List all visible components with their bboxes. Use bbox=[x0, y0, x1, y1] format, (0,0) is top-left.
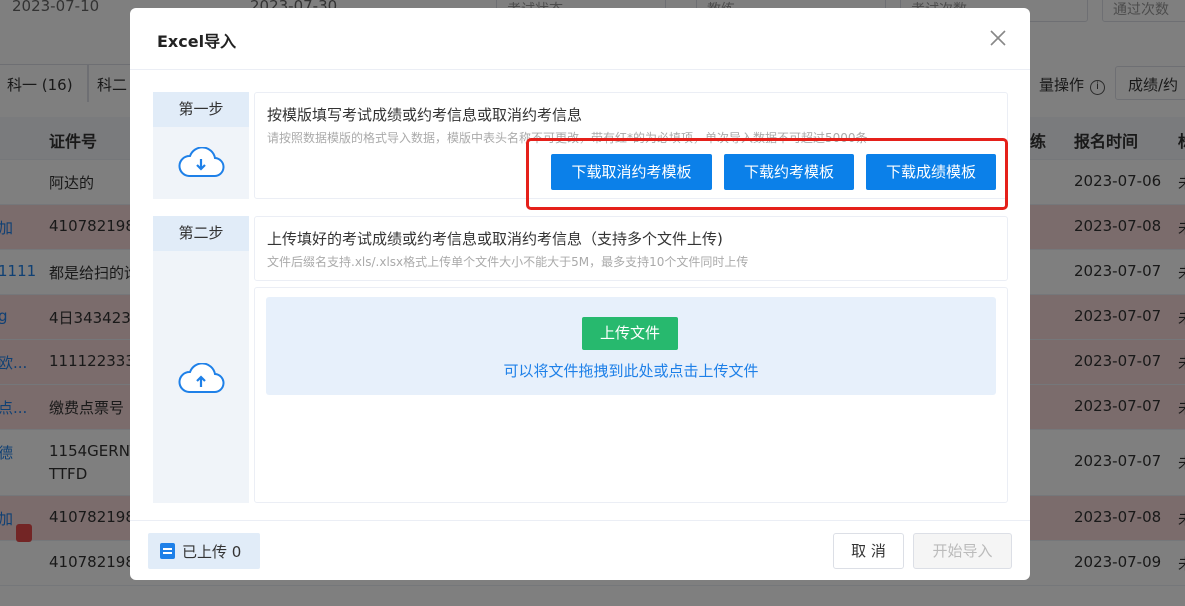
upload-file-button[interactable]: 上传文件 bbox=[582, 317, 678, 350]
step1-tag: 第一步 bbox=[153, 92, 249, 127]
dialog-footer: 已上传 0 取 消 开始导入 bbox=[130, 520, 1030, 580]
step1-label: 第一步 bbox=[153, 92, 249, 199]
download-cancel-template-button[interactable]: 下载取消约考模板 bbox=[551, 154, 712, 190]
file-drop-zone[interactable]: 上传文件 可以将文件拖拽到此处或点击上传文件 bbox=[266, 297, 996, 395]
dialog-title: Excel导入 bbox=[157, 32, 237, 51]
download-score-template-button[interactable]: 下载成绩模板 bbox=[866, 154, 996, 190]
upload-card: 上传文件 可以将文件拖拽到此处或点击上传文件 bbox=[254, 287, 1008, 503]
excel-import-dialog: Excel导入 第一步 按模版填写考试成绩或约考信息或取消约考信息 请按照数据模… bbox=[130, 8, 1030, 580]
step2-label: 第二步 bbox=[153, 216, 249, 503]
step1-title: 按模版填写考试成绩或约考信息或取消约考信息 bbox=[267, 106, 583, 124]
step1-card: 按模版填写考试成绩或约考信息或取消约考信息 请按照数据模版的格式导入数据，模版中… bbox=[254, 92, 1008, 199]
cancel-button[interactable]: 取 消 bbox=[833, 533, 904, 569]
cloud-download-icon bbox=[178, 147, 225, 178]
start-import-button[interactable]: 开始导入 bbox=[913, 533, 1012, 569]
dialog-header: Excel导入 bbox=[130, 8, 1030, 70]
step2-tag: 第二步 bbox=[153, 216, 249, 251]
file-icon bbox=[160, 543, 175, 559]
step2-description: 文件后缀名支持.xls/.xlsx格式上传单个文件大小不能大于5M，最多支持10… bbox=[267, 255, 749, 269]
drop-hint[interactable]: 可以将文件拖拽到此处或点击上传文件 bbox=[266, 360, 996, 381]
cloud-upload-icon bbox=[178, 363, 225, 394]
step2-title: 上传填好的考试成绩或约考信息或取消约考信息（支持多个文件上传) bbox=[267, 230, 723, 248]
download-booking-template-button[interactable]: 下载约考模板 bbox=[724, 154, 854, 190]
uploaded-count: 已上传 0 bbox=[148, 533, 260, 569]
close-icon[interactable] bbox=[986, 26, 1010, 50]
step1-description: 请按照数据模版的格式导入数据，模版中表头名称不可更改，带有红*的为必填项，单次导… bbox=[267, 131, 868, 145]
step2-info-card: 上传填好的考试成绩或约考信息或取消约考信息（支持多个文件上传) 文件后缀名支持.… bbox=[254, 216, 1008, 281]
